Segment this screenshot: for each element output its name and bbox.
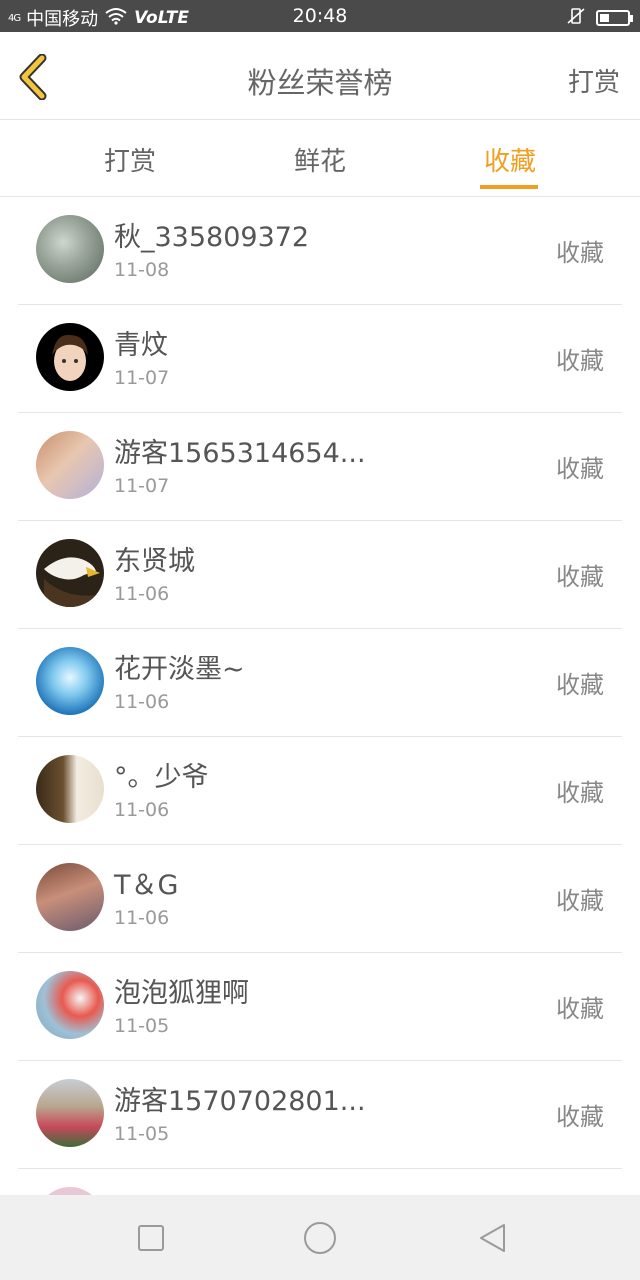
avatar [36, 755, 104, 823]
system-nav-bar [0, 1195, 640, 1280]
avatar [36, 431, 104, 499]
item-date: 11-06 [114, 799, 170, 821]
item-action: 收藏 [556, 779, 604, 807]
user-name: 秋_335809372 [114, 222, 310, 253]
item-date: 11-06 [114, 907, 170, 929]
tab-flowers[interactable]: 鲜花 [260, 141, 380, 178]
list-item[interactable]: T＆G 11-06 收藏 [18, 845, 622, 953]
recent-apps-button[interactable] [135, 1222, 167, 1254]
home-button[interactable] [302, 1220, 338, 1256]
mute-vibrate-icon [566, 7, 586, 29]
tab-reward[interactable]: 打赏 [70, 141, 190, 178]
avatar [36, 863, 104, 931]
user-name: T＆G [114, 870, 179, 901]
item-action: 收藏 [556, 239, 604, 267]
tab-favorites[interactable]: 收藏 [450, 141, 570, 178]
avatar [36, 647, 104, 715]
item-action: 收藏 [556, 1103, 604, 1131]
list-item[interactable]: 泡泡狐狸啊 11-05 收藏 [18, 953, 622, 1061]
list-item[interactable]: 游客1570702801... 11-05 收藏 [18, 1061, 622, 1169]
avatar [36, 215, 104, 283]
circle-icon [304, 1222, 336, 1254]
list-item[interactable]: 青炆 11-07 收藏 [18, 305, 622, 413]
avatar [36, 539, 104, 607]
item-date: 11-07 [114, 367, 170, 389]
item-date: 11-06 [114, 583, 170, 605]
status-bar: 4G 中国移动 VoLTE 20:48 [0, 0, 640, 32]
status-right [566, 7, 633, 29]
square-icon [138, 1225, 164, 1251]
battery-icon [596, 10, 633, 26]
item-date: 11-06 [114, 691, 170, 713]
list-item[interactable]: 东贤城 11-06 收藏 [18, 521, 622, 629]
item-action: 收藏 [556, 347, 604, 375]
active-tab-indicator [480, 185, 538, 189]
item-action: 收藏 [556, 455, 604, 483]
item-action: 收藏 [556, 995, 604, 1023]
triangle-back-icon [480, 1224, 505, 1252]
user-name: 游客1565314654... [114, 438, 366, 469]
fan-list: 秋_335809372 11-08 收藏 青炆 11-07 收藏 游客15653… [0, 197, 640, 1195]
page-title: 粉丝荣誉榜 [247, 66, 393, 100]
item-date: 11-05 [114, 1015, 170, 1037]
reward-button[interactable]: 打赏 [568, 62, 620, 99]
item-action: 收藏 [556, 671, 604, 699]
user-name: 花开淡墨~ [114, 654, 245, 685]
user-name: 游客1570702801... [114, 1086, 366, 1117]
avatar [36, 1187, 104, 1195]
app-header: 粉丝荣誉榜 打赏 [0, 32, 640, 120]
avatar [36, 971, 104, 1039]
list-item[interactable]: 花开淡墨~ 11-06 收藏 [18, 629, 622, 737]
list-item[interactable]: °。少爷 11-06 收藏 [18, 737, 622, 845]
item-date: 11-08 [114, 259, 170, 281]
user-name: 泡泡狐狸啊 [114, 978, 249, 1009]
status-time: 20:48 [292, 5, 348, 27]
user-name: 青炆 [114, 330, 168, 361]
avatar [36, 323, 104, 391]
user-name: 东贤城 [114, 546, 195, 577]
back-nav-button[interactable] [476, 1222, 508, 1254]
user-name: °。少爷 [114, 762, 209, 793]
tab-bar: 打赏 鲜花 收藏 [0, 121, 640, 197]
item-date: 11-05 [114, 1123, 170, 1145]
item-action: 收藏 [556, 563, 604, 591]
list-item[interactable]: 游客1565314654... 11-07 收藏 [18, 413, 622, 521]
list-item[interactable]: 秋_335809372 11-08 收藏 [18, 197, 622, 305]
list-item-partial[interactable] [18, 1169, 622, 1195]
item-action: 收藏 [556, 887, 604, 915]
item-date: 11-07 [114, 475, 170, 497]
avatar [36, 1079, 104, 1147]
